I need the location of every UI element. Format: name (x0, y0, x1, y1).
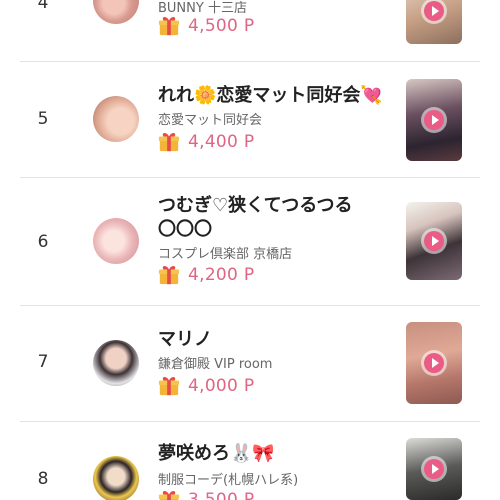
video-thumbnail[interactable] (406, 79, 462, 161)
rank-number: 8 (37, 469, 49, 489)
video-thumbnail[interactable] (406, 438, 462, 500)
points-value: 4,200 P (188, 265, 255, 285)
points: 4,200 P (158, 263, 254, 287)
avatar[interactable] (93, 0, 139, 24)
cast-name[interactable]: つむぎ♡狭くてつるつる (158, 195, 353, 217)
cast-name[interactable]: 夢咲めろ🐰🎀 (158, 443, 275, 465)
gift-icon (158, 375, 180, 397)
video-thumbnail[interactable] (406, 202, 462, 280)
play-icon[interactable] (424, 353, 444, 373)
shop-name: 恋愛マット同好会 (158, 113, 263, 128)
shop-name: 制服コーデ(札幌ハレ系) (158, 473, 299, 488)
points: 4,500 P (158, 14, 254, 38)
video-thumbnail[interactable] (406, 0, 462, 44)
play-icon[interactable] (424, 459, 444, 479)
ranking-row[interactable]: 4 BUNNY 十三店 4,500 P (0, 0, 500, 62)
rank-number: 5 (37, 109, 49, 129)
points: 4,000 P (158, 374, 254, 398)
ranking-row[interactable]: 7 マリノ 鎌倉御殿 VIP room 4,000 P (0, 306, 500, 422)
rank-number: 6 (37, 232, 49, 252)
play-icon[interactable] (424, 110, 444, 130)
rank-number: 7 (37, 352, 49, 372)
points-value: 3,500 P (188, 490, 255, 500)
ranking-row[interactable]: 8 夢咲めろ🐰🎀 制服コーデ(札幌ハレ系) 3,500 P (0, 422, 500, 500)
play-icon[interactable] (424, 231, 444, 251)
avatar[interactable] (93, 456, 139, 500)
cast-name[interactable]: マリノ (158, 329, 212, 351)
video-thumbnail[interactable] (406, 322, 462, 404)
gift-icon (158, 264, 180, 286)
cast-name-line2[interactable]: 〇〇〇 (158, 219, 212, 241)
avatar[interactable] (93, 218, 139, 264)
gift-icon (158, 489, 180, 500)
shop-name: コスプレ倶楽部 京橋店 (158, 247, 293, 262)
points-value: 4,000 P (188, 376, 255, 396)
ranking-row[interactable]: 5 れれ🌼恋愛マット同好会💘 恋愛マット同好会 4,400 P (0, 62, 500, 178)
ranking-list: 4 BUNNY 十三店 4,500 P 5 れれ🌼恋愛マット同好会💘 恋愛マット… (0, 0, 500, 500)
gift-icon (158, 15, 180, 37)
ranking-row[interactable]: 6 つむぎ♡狭くてつるつる 〇〇〇 コスプレ倶楽部 京橋店 4,200 P (0, 178, 500, 306)
avatar[interactable] (93, 340, 139, 386)
gift-icon (158, 131, 180, 153)
points: 4,400 P (158, 130, 254, 154)
avatar[interactable] (93, 96, 139, 142)
play-icon[interactable] (424, 1, 444, 21)
points-value: 4,500 P (188, 16, 255, 36)
cast-name[interactable]: れれ🌼恋愛マット同好会💘 (158, 85, 383, 107)
shop-name: 鎌倉御殿 VIP room (158, 357, 273, 372)
points: 3,500 P (158, 488, 254, 500)
points-value: 4,400 P (188, 132, 255, 152)
rank-number: 4 (37, 0, 49, 13)
